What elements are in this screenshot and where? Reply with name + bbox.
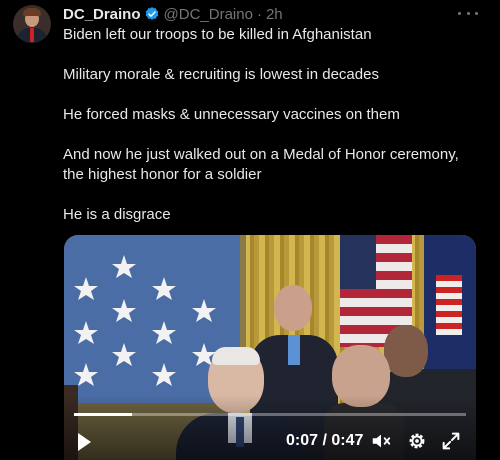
separator-dot: · xyxy=(256,5,262,23)
tweet: DC_Draino @DC_Draino · 2h Biden left our… xyxy=(0,0,500,460)
display-name[interactable]: DC_Draino xyxy=(63,6,141,23)
video-progress-bar[interactable] xyxy=(74,413,466,416)
video-timecode: 0:07 / 0:47 xyxy=(286,432,363,450)
video-controls: 0:07 / 0:47 xyxy=(64,429,476,455)
mute-icon[interactable] xyxy=(370,430,392,452)
play-icon[interactable] xyxy=(78,433,91,451)
tweet-header: DC_Draino @DC_Draino · 2h xyxy=(63,4,283,24)
tweet-paragraph: And now he just walked out on a Medal of… xyxy=(63,146,459,183)
tweet-paragraph: Biden left our troops to be killed in Af… xyxy=(63,26,372,43)
verified-badge-icon xyxy=(145,7,158,20)
avatar[interactable] xyxy=(13,5,51,43)
time-divider: / xyxy=(322,432,327,449)
tweet-text: Biden left our troops to be killed in Af… xyxy=(63,25,483,225)
duration: 0:47 xyxy=(331,432,364,449)
tweet-timestamp[interactable]: 2h xyxy=(266,6,283,23)
video-progress-fill xyxy=(74,413,133,416)
tweet-paragraph: Military morale & recruiting is lowest i… xyxy=(63,66,379,83)
current-time: 0:07 xyxy=(286,432,319,449)
tweet-paragraph: He is a disgrace xyxy=(63,206,171,223)
tweet-paragraph: He forced masks & unnecessary vaccines o… xyxy=(63,106,400,123)
gear-icon[interactable] xyxy=(406,430,428,452)
more-icon[interactable] xyxy=(458,5,478,21)
fullscreen-icon[interactable] xyxy=(440,430,462,452)
video-player[interactable]: 0:07 / 0:47 xyxy=(64,235,476,460)
user-handle[interactable]: @DC_Draino xyxy=(164,6,253,23)
